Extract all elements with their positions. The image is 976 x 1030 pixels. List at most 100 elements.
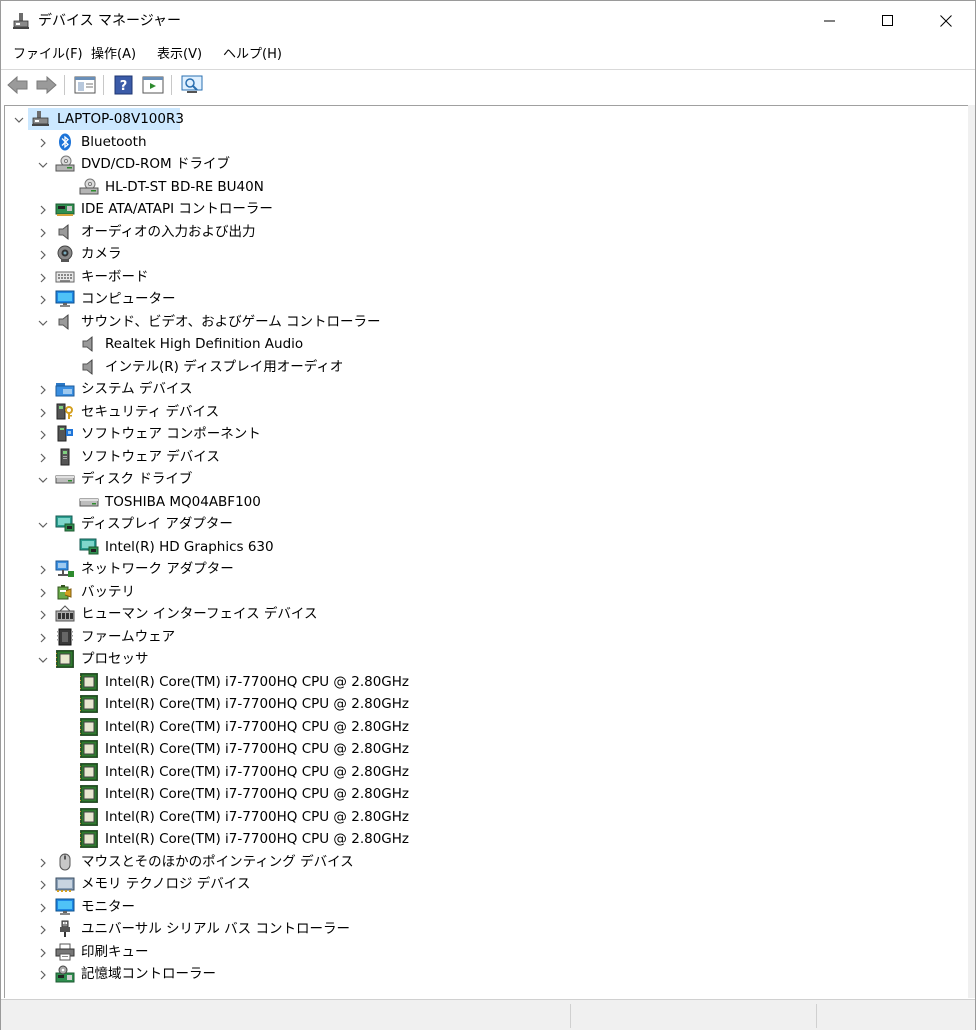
expand-toggle[interactable] [37,450,49,464]
chevron-right-icon [40,205,46,215]
expand-toggle[interactable] [37,585,49,599]
chevron-down-icon [38,477,48,483]
tree-category[interactable]: プロセッサ [5,648,965,670]
expand-toggle[interactable] [37,900,49,914]
tree-category[interactable]: 記憶域コントローラー [5,963,965,985]
collapse-toggle[interactable] [13,112,25,126]
tree-category[interactable]: 印刷キュー [5,941,965,963]
processor-icon [79,717,99,736]
expand-toggle[interactable] [37,967,49,981]
expand-toggle[interactable] [37,270,49,284]
tree-category[interactable]: サウンド、ビデオ、およびゲーム コントローラー [5,311,965,333]
tree-item-label: Realtek High Definition Audio [105,336,304,352]
device-tree[interactable]: LAPTOP-08V100R3 Bluetooth DVD/CD-ROM ドライブ H… [4,105,975,998]
storage-controller-icon [55,965,75,983]
tree-item-label: ユニバーサル シリアル バス コントローラー [81,921,350,937]
tree-item-label: DVD/CD-ROM ドライブ [81,156,230,172]
expand-toggle[interactable] [37,382,49,396]
tree-device[interactable]: Intel(R) Core(TM) i7-7700HQ CPU @ 2.80GH… [5,716,965,738]
tree-category[interactable]: バッテリ [5,581,965,603]
tree-category[interactable]: モニター [5,896,965,918]
expand-toggle[interactable] [37,292,49,306]
show-hide-console-tree-button[interactable] [73,74,97,96]
expand-toggle[interactable] [37,135,49,149]
tree-device[interactable]: Intel(R) Core(TM) i7-7700HQ CPU @ 2.80GH… [5,806,965,828]
menu-help[interactable]: ヘルプ(H) [223,45,282,65]
tree-device[interactable]: Intel(R) Core(TM) i7-7700HQ CPU @ 2.80GH… [5,671,965,693]
tree-item-label: ソフトウェア デバイス [81,448,220,465]
tree-category[interactable]: ファームウェア [5,626,965,648]
tree-device[interactable]: Intel(R) Core(TM) i7-7700HQ CPU @ 2.80GH… [5,761,965,783]
menu-action[interactable]: 操作(A) [91,45,136,65]
tree-category[interactable]: DVD/CD-ROM ドライブ [5,153,965,175]
display-adapter-icon [79,538,99,556]
tree-item-label: Intel(R) Core(TM) i7-7700HQ CPU @ 2.80GH… [105,831,409,847]
chevron-right-icon [40,633,46,642]
expand-toggle[interactable] [37,225,49,239]
tree-device[interactable]: インテル(R) ディスプレイ用オーディオ [5,356,965,378]
tree-category[interactable]: オーディオの入力および出力 [5,221,965,243]
tree-device[interactable]: Intel(R) Core(TM) i7-7700HQ CPU @ 2.80GH… [5,693,965,715]
tree-category[interactable]: ソフトウェア コンポーネント [5,423,965,445]
tree-category[interactable]: キーボード [5,266,965,288]
collapse-toggle[interactable] [37,517,49,531]
tree-device[interactable]: Intel(R) HD Graphics 630 [5,536,965,558]
forward-button[interactable] [34,74,58,96]
tree-device[interactable]: Realtek High Definition Audio [5,333,965,355]
back-button[interactable] [6,74,30,96]
tree-category[interactable]: コンピューター [5,288,965,310]
tree-item-label: インテル(R) ディスプレイ用オーディオ [105,358,344,375]
tree-device[interactable]: Intel(R) Core(TM) i7-7700HQ CPU @ 2.80GH… [5,828,965,850]
tree-category[interactable]: ソフトウェア デバイス [5,446,965,468]
tree-category[interactable]: カメラ [5,243,965,265]
menu-view[interactable]: 表示(V) [157,45,202,65]
tree-category[interactable]: Bluetooth [5,131,965,153]
tree-category[interactable]: ディスク ドライブ [5,468,965,490]
tree-item-label: ディスク ドライブ [81,471,193,487]
tree-category[interactable]: メモリ テクノロジ デバイス [5,873,965,895]
tree-category[interactable]: セキュリティ デバイス [5,401,965,423]
network-icon [55,560,75,578]
speaker-icon [79,358,99,376]
tree-category[interactable]: ユニバーサル シリアル バス コントローラー [5,918,965,940]
expand-toggle[interactable] [37,855,49,869]
tree-category[interactable]: ディスプレイ アダプター [5,513,965,535]
tree-device[interactable]: TOSHIBA MQ04ABF100 [5,491,965,513]
expand-toggle[interactable] [37,202,49,216]
expand-toggle[interactable] [37,247,49,261]
tree-root-computer[interactable]: LAPTOP-08V100R3 [5,108,965,130]
expand-toggle[interactable] [37,562,49,576]
expand-toggle[interactable] [37,945,49,959]
chevron-right-icon [40,228,46,237]
collapse-toggle[interactable] [37,652,49,666]
tree-category[interactable]: IDE ATA/ATAPI コントローラー [5,198,965,220]
expand-toggle[interactable] [37,877,49,891]
tree-category[interactable]: ヒューマン インターフェイス デバイス [5,603,965,625]
expand-toggle[interactable] [37,427,49,441]
tree-category[interactable]: ネットワーク アダプター [5,558,965,580]
expand-toggle[interactable] [37,607,49,621]
collapse-toggle[interactable] [37,472,49,486]
vertical-scrollbar-edge[interactable] [968,105,975,998]
expand-toggle[interactable] [37,630,49,644]
title-bar[interactable]: デバイス マネージャー [1,1,975,41]
minimize-button[interactable] [801,1,859,41]
collapse-toggle[interactable] [37,315,49,329]
help-button[interactable]: ? [112,74,136,96]
tree-device[interactable]: Intel(R) Core(TM) i7-7700HQ CPU @ 2.80GH… [5,738,965,760]
tree-device[interactable]: HL-DT-ST BD-RE BU40N [5,176,965,198]
close-button[interactable] [917,1,975,41]
expand-toggle[interactable] [37,405,49,419]
menu-file[interactable]: ファイル(F) [13,45,83,65]
camera-icon [55,245,75,263]
collapse-toggle[interactable] [37,157,49,171]
expand-toggle[interactable] [37,922,49,936]
chevron-right-icon [40,408,46,417]
scan-hardware-button[interactable] [180,74,204,96]
show-action-pane-button[interactable] [141,74,165,96]
hid-icon [55,605,75,623]
tree-device[interactable]: Intel(R) Core(TM) i7-7700HQ CPU @ 2.80GH… [5,783,965,805]
tree-category[interactable]: マウスとそのほかのポインティング デバイス [5,851,965,873]
maximize-button[interactable] [859,1,917,41]
tree-category[interactable]: システム デバイス [5,378,965,400]
